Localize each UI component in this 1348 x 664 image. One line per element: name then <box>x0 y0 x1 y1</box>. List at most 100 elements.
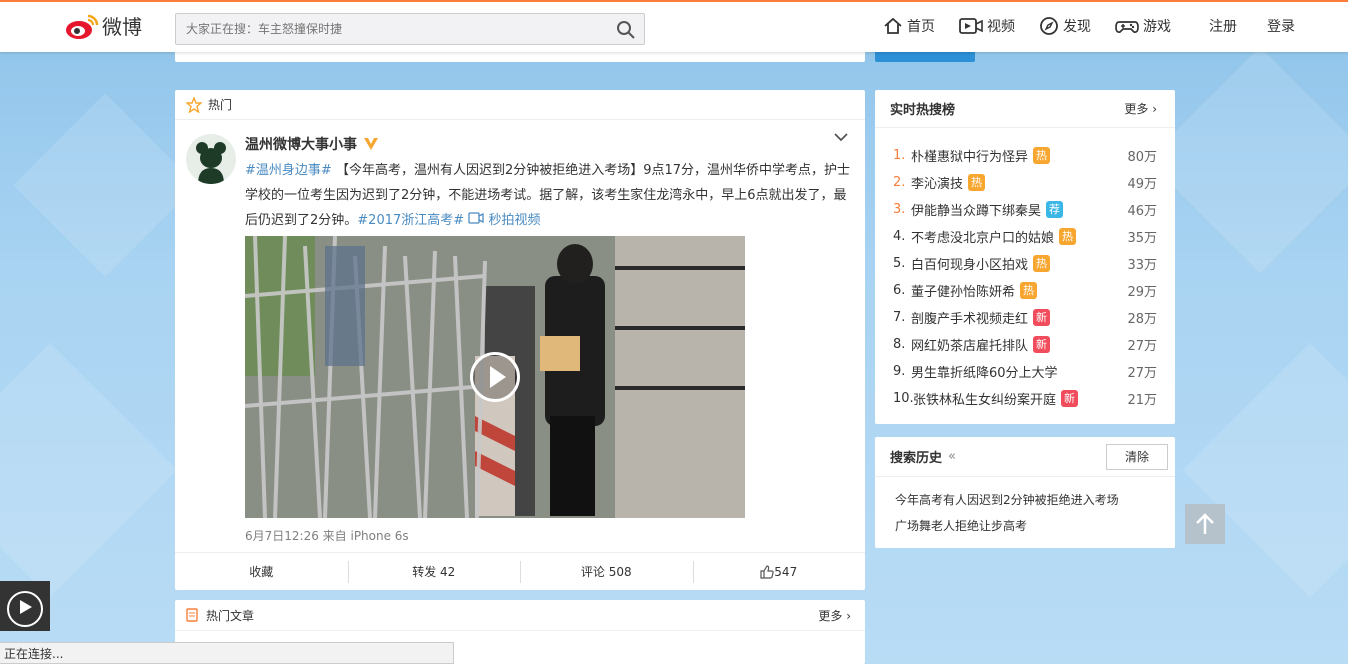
nav-home-label: 首页 <box>907 19 935 35</box>
hot-search-badge: 新 <box>1033 336 1051 353</box>
history-item[interactable]: 广场舞老人拒绝让步高考 <box>895 517 1027 534</box>
like-button[interactable]: 547 <box>692 553 866 590</box>
repost-label: 转发 42 <box>412 565 456 579</box>
verified-v-icon <box>364 138 378 150</box>
articles-header: 热门文章 更多 › <box>175 600 865 631</box>
hot-feed-card: 热门 温州微博大事小事 #温州身边事# 【今年高考，温州有人因迟到2分钟被拒绝进… <box>175 90 865 590</box>
hot-search-badge: 热 <box>1033 147 1051 164</box>
hot-search-word[interactable]: 白百何现身小区拍戏 <box>911 254 1028 273</box>
hot-search-rank: 2. <box>893 175 906 190</box>
search-history-title: 搜索历史 <box>890 451 943 466</box>
articles-more-label: 更多 <box>818 608 843 623</box>
hot-search-word[interactable]: 男生靠折纸降60分上大学 <box>911 362 1058 381</box>
hot-search-more-label: 更多 <box>1124 102 1149 116</box>
comment-button[interactable]: 评论 508 <box>520 553 693 590</box>
comment-label: 评论 508 <box>580 565 632 579</box>
collapse-toggle[interactable]: « <box>948 449 956 464</box>
hot-search-item[interactable]: 3. 伊能静当众蹲下绑秦昊荐 46万 <box>893 196 1157 223</box>
repost-button[interactable]: 转发 42 <box>347 553 521 590</box>
hot-search-rank: 3. <box>893 202 906 217</box>
nav-games[interactable]: 游戏 <box>1115 16 1171 36</box>
hot-search-word[interactable]: 朴槿惠狱中行为怪异 <box>911 146 1028 165</box>
search-input[interactable] <box>176 14 596 44</box>
nav-video-label: 视频 <box>987 19 1015 35</box>
topic-tag[interactable]: #温州身边事# <box>245 163 332 178</box>
chevron-down-icon[interactable] <box>833 132 849 142</box>
weibo-logo-icon <box>66 14 99 39</box>
nav-games-label: 游戏 <box>1143 19 1171 35</box>
star-icon <box>186 96 202 113</box>
browser-status-bar: 正在连接... <box>0 642 454 664</box>
hot-search-item[interactable]: 10. 张铁林私生女纠纷案开庭新 21万 <box>893 385 1157 412</box>
register-link[interactable]: 注册 <box>1209 16 1237 36</box>
post-meta: 6月7日12:26 来自 iPhone 6s <box>245 529 409 543</box>
topic-tag-2[interactable]: #2017浙江高考# <box>357 213 464 228</box>
hot-search-badge: 热 <box>1059 228 1077 245</box>
hot-search-item[interactable]: 8. 网红奶茶店雇托排队新 27万 <box>893 331 1157 358</box>
compass-icon <box>1040 17 1058 35</box>
thumbs-up-icon <box>760 564 775 579</box>
hot-search-badge: 新 <box>1033 309 1051 326</box>
top-nav-bar: 微博 首页 视频 发现 游戏 注册 登录 <box>0 0 1348 52</box>
user-info: 温州微博大事小事 <box>245 134 379 154</box>
video-link-icon <box>468 212 484 224</box>
history-item[interactable]: 今年高考有人因迟到2分钟被拒绝进入考场 <box>895 491 1119 508</box>
hot-search-word[interactable]: 不考虑没北京户口的姑娘 <box>911 227 1054 246</box>
login-link[interactable]: 登录 <box>1267 16 1295 36</box>
nav-discover[interactable]: 发现 <box>1039 16 1091 36</box>
hot-search-count: 49万 <box>1127 177 1157 192</box>
hot-search-rank: 10. <box>893 391 914 406</box>
hot-search-item[interactable]: 5. 白百何现身小区拍戏热 33万 <box>893 250 1157 277</box>
hot-search-word[interactable]: 李沁演技 <box>911 173 963 192</box>
hot-search-item[interactable]: 1. 朴槿惠狱中行为怪异热 80万 <box>893 142 1157 169</box>
hot-search-card: 实时热搜榜 更多 › 1. 朴槿惠狱中行为怪异热 80万 2. 李沁演技热 49万 3. 伊能… <box>875 90 1175 424</box>
nav-video[interactable]: 视频 <box>959 16 1015 36</box>
hot-search-word[interactable]: 董子健孙怡陈妍希 <box>911 281 1015 300</box>
hot-search-word[interactable]: 伊能静当众蹲下绑秦昊 <box>911 200 1041 219</box>
hot-search-count: 27万 <box>1127 339 1157 354</box>
post-actions: 收藏 转发 42 评论 508 547 <box>175 552 865 590</box>
hot-search-word[interactable]: 剖腹产手术视频走红 <box>911 308 1028 327</box>
favorite-button[interactable]: 收藏 <box>175 553 348 590</box>
hot-search-item[interactable]: 2. 李沁演技热 49万 <box>893 169 1157 196</box>
hot-search-badge: 新 <box>1061 390 1079 407</box>
avatar[interactable] <box>186 134 236 184</box>
feed-section-title: 热门 <box>208 98 233 112</box>
gamepad-icon <box>1115 21 1139 33</box>
feed-header: 热门 <box>175 90 865 120</box>
main-nav: 首页 视频 发现 游戏 注册 登录 <box>883 16 1325 36</box>
hot-search-badge: 热 <box>1020 282 1038 299</box>
hot-search-item[interactable]: 9. 男生靠折纸降60分上大学 27万 <box>893 358 1157 385</box>
search-icon[interactable] <box>616 20 636 40</box>
home-icon <box>884 17 902 34</box>
hot-search-count: 27万 <box>1127 366 1157 381</box>
back-to-top-button[interactable] <box>1185 504 1225 544</box>
articles-more-link[interactable]: 更多 › <box>818 607 851 624</box>
hot-search-count: 21万 <box>1127 393 1157 408</box>
video-link[interactable]: 秒拍视频 <box>488 213 540 228</box>
video-thumbnail[interactable] <box>245 236 745 518</box>
hot-search-rank: 1. <box>893 148 906 163</box>
hot-search-item[interactable]: 6. 董子健孙怡陈妍希热 29万 <box>893 277 1157 304</box>
clear-history-button[interactable]: 清除 <box>1106 444 1168 470</box>
hot-search-item[interactable]: 7. 剖腹产手术视频走红新 28万 <box>893 304 1157 331</box>
hot-search-count: 80万 <box>1127 150 1157 165</box>
logo-text: 微博 <box>102 15 142 39</box>
favorite-label: 收藏 <box>249 565 274 579</box>
document-icon <box>186 608 198 622</box>
articles-title: 热门文章 <box>206 608 255 623</box>
mini-video-player[interactable] <box>0 581 50 631</box>
like-count: 547 <box>774 564 798 579</box>
hot-search-word[interactable]: 张铁林私生女纠纷案开庭 <box>913 389 1056 408</box>
hot-search-rank: 7. <box>893 310 906 325</box>
play-button[interactable] <box>470 352 520 402</box>
hot-search-word[interactable]: 网红奶茶店雇托排队 <box>911 335 1028 354</box>
user-name[interactable]: 温州微博大事小事 <box>245 134 357 154</box>
hot-search-header: 实时热搜榜 更多 › <box>875 90 1175 128</box>
hot-search-more-link[interactable]: 更多 › <box>1124 100 1157 117</box>
hot-search-item[interactable]: 4. 不考虑没北京户口的姑娘热 35万 <box>893 223 1157 250</box>
search-history-header: 搜索历史 « 清除 <box>875 437 1175 477</box>
nav-home[interactable]: 首页 <box>883 16 935 36</box>
weibo-logo[interactable]: 微博 <box>64 11 142 40</box>
bear-avatar-icon <box>196 142 226 184</box>
